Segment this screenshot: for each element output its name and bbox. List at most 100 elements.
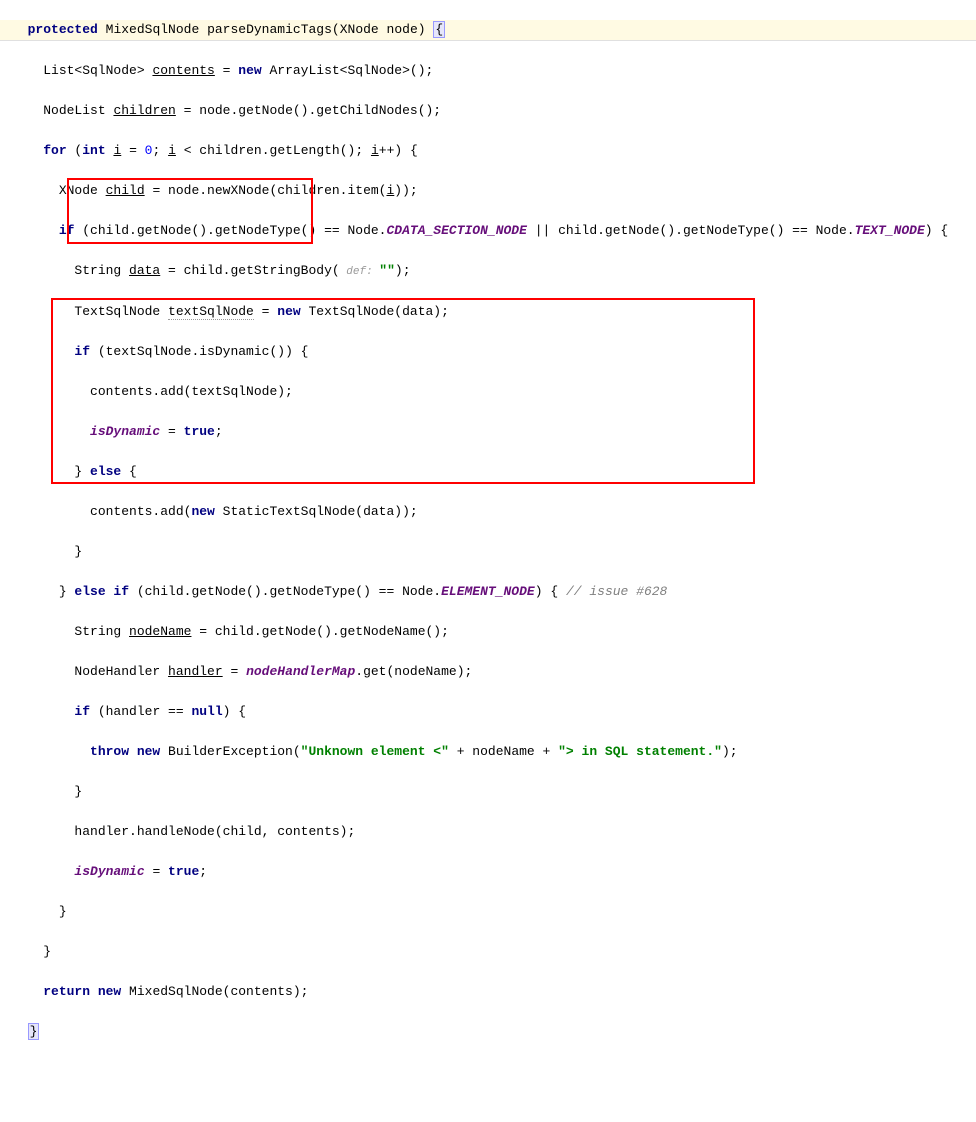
keyword-new: new — [277, 304, 300, 319]
assign: = — [160, 424, 183, 439]
cond: (child.getNode().getNodeType() == Node. — [129, 584, 441, 599]
cond: (handler == — [90, 704, 191, 719]
method-signature-line: protected MixedSqlNode parseDynamicTags(… — [0, 20, 976, 41]
handlenode-call: handler.handleNode(child, contents); — [74, 824, 355, 839]
ctor-call: TextSqlNode(data); — [301, 304, 449, 319]
assign-call: = child.getStringBody( — [160, 263, 339, 278]
param-hint-def: def: — [340, 266, 380, 278]
code-line: contents.add(textSqlNode); — [0, 382, 976, 402]
type-decl: List<SqlNode> — [43, 63, 152, 78]
type-decl: String — [74, 624, 129, 639]
keyword-null: null — [191, 704, 222, 719]
var-children: children — [113, 103, 175, 118]
semi: ; — [199, 864, 207, 879]
close-brace: ) { — [925, 223, 948, 238]
return-ctor: MixedSqlNode(contents); — [121, 984, 308, 999]
keyword-if: if — [74, 704, 90, 719]
var-i: i — [371, 143, 379, 158]
paren: ( — [67, 143, 83, 158]
field-isDynamic: isDynamic — [74, 864, 144, 879]
string-empty: "" — [379, 263, 395, 278]
open-brace: { — [433, 21, 445, 38]
close-brace: } — [28, 1023, 40, 1040]
cond-mid: || child.getNode().getNodeType() == Node… — [527, 223, 855, 238]
semi: ; — [152, 143, 168, 158]
ctor-call: ArrayList<SqlNode>(); — [262, 63, 434, 78]
code-line: String nodeName = child.getNode().getNod… — [0, 622, 976, 642]
code-line: isDynamic = true; — [0, 862, 976, 882]
var-child: child — [106, 183, 145, 198]
code-line: } — [0, 942, 976, 962]
code-line: if (child.getNode().getNodeType() == Nod… — [0, 221, 976, 241]
param-name: node — [387, 22, 418, 37]
var-nodename: nodeName — [129, 624, 191, 639]
semi: ; — [215, 424, 223, 439]
keyword-new: new — [238, 63, 261, 78]
code-line: handler.handleNode(child, contents); — [0, 822, 976, 842]
method-chain: node.getNode().getChildNodes(); — [199, 103, 441, 118]
code-line: } — [0, 902, 976, 922]
code-line: } else { — [0, 462, 976, 482]
type-decl: XNode — [59, 183, 106, 198]
code-line: } — [0, 1022, 976, 1042]
incr-brace: ++) { — [379, 143, 418, 158]
concat: + nodeName + — [449, 744, 558, 759]
assign: = — [121, 143, 144, 158]
code-editor[interactable]: protected MixedSqlNode parseDynamicTags(… — [0, 0, 976, 1122]
type-decl: NodeList — [43, 103, 113, 118]
keyword-protected: protected — [28, 22, 98, 37]
type-decl: NodeHandler — [74, 664, 168, 679]
assign: = — [145, 864, 168, 879]
cond-left: (child.getNode().getNodeType() == Node. — [74, 223, 386, 238]
keyword-throw-new: throw new — [90, 744, 160, 759]
get-call: .get(nodeName); — [355, 664, 472, 679]
field-isDynamic: isDynamic — [90, 424, 160, 439]
keyword-int: int — [82, 143, 105, 158]
code-line: throw new BuilderException("Unknown elem… — [0, 742, 976, 762]
cond: < children.getLength(); — [176, 143, 371, 158]
code-line: return new MixedSqlNode(contents); — [0, 982, 976, 1002]
param-type: XNode — [340, 22, 379, 37]
add-call: contents.add(textSqlNode); — [90, 384, 293, 399]
close-brace: } — [74, 464, 90, 479]
assign: = — [176, 103, 199, 118]
keyword-return-new: return new — [43, 984, 121, 999]
var-contents: contents — [152, 63, 214, 78]
close: )); — [394, 183, 417, 198]
assign-call: = child.getNode().getNodeName(); — [191, 624, 448, 639]
close-brace: } — [59, 904, 67, 919]
close-brace: ) { — [535, 584, 566, 599]
assign: = — [254, 304, 277, 319]
code-line: if (textSqlNode.isDynamic()) { — [0, 342, 976, 362]
code-line: NodeList children = node.getNode().getCh… — [0, 101, 976, 121]
code-line: contents.add(new StaticTextSqlNode(data)… — [0, 502, 976, 522]
string-in-sql: "> in SQL statement." — [558, 744, 722, 759]
close-brace: } — [43, 944, 51, 959]
keyword-true: true — [168, 864, 199, 879]
close-brace: ) { — [223, 704, 246, 719]
var-textsqlnode: textSqlNode — [168, 304, 254, 320]
code-line: XNode child = node.newXNode(children.ite… — [0, 181, 976, 201]
add-call: contents.add( — [90, 504, 191, 519]
keyword-else-if: else if — [74, 584, 129, 599]
code-line: } — [0, 542, 976, 562]
ctor-call: StaticTextSqlNode(data)); — [215, 504, 418, 519]
var-i: i — [168, 143, 176, 158]
close: ); — [395, 263, 411, 278]
var-data: data — [129, 263, 160, 278]
open-brace: { — [121, 464, 137, 479]
const-cdata: CDATA_SECTION_NODE — [386, 223, 526, 238]
keyword-if: if — [74, 344, 90, 359]
code-line: for (int i = 0; i < children.getLength()… — [0, 141, 976, 161]
type-decl: TextSqlNode — [74, 304, 168, 319]
code-line: List<SqlNode> contents = new ArrayList<S… — [0, 61, 976, 81]
assign: = — [223, 664, 246, 679]
keyword-else: else — [90, 464, 121, 479]
close-brace: } — [74, 784, 82, 799]
code-line: } else if (child.getNode().getNodeType()… — [0, 582, 976, 602]
const-element-node: ELEMENT_NODE — [441, 584, 535, 599]
string-unknown: "Unknown element <" — [301, 744, 449, 759]
keyword-if: if — [59, 223, 75, 238]
code-line: } — [0, 782, 976, 802]
close: ); — [722, 744, 738, 759]
